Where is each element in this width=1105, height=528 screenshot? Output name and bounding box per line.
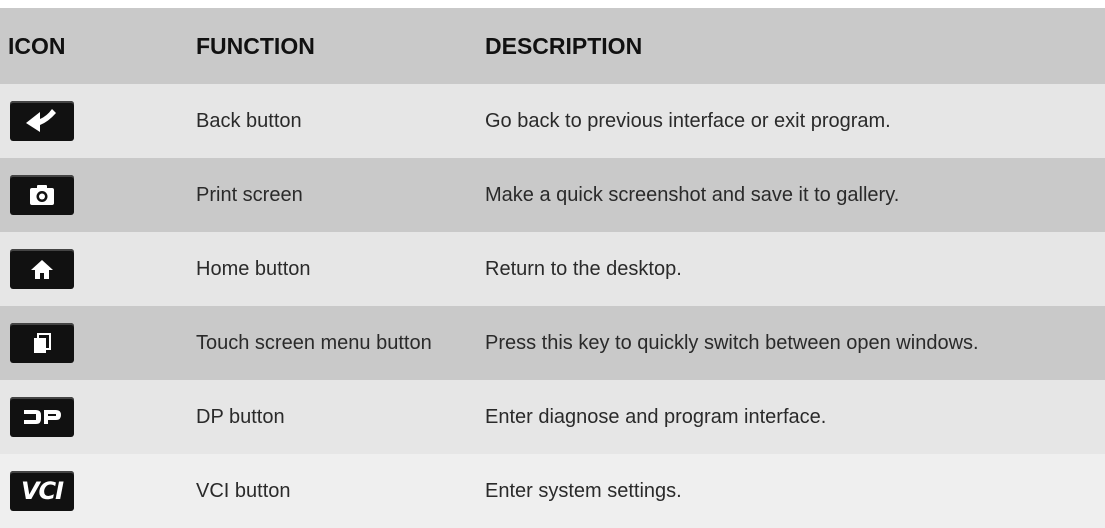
icon-function-table: ICON FUNCTION DESCRIPTION Back button Go… bbox=[0, 8, 1105, 528]
description-cell: Press this key to quickly switch between… bbox=[485, 331, 979, 354]
camera-icon bbox=[10, 175, 74, 215]
vci-logo-text: VCI bbox=[20, 477, 64, 505]
description-cell: Go back to previous interface or exit pr… bbox=[485, 109, 891, 132]
description-cell: Enter system settings. bbox=[485, 479, 682, 502]
table-header: ICON FUNCTION DESCRIPTION bbox=[0, 8, 1105, 84]
table-row: DP button Enter diagnose and program int… bbox=[0, 380, 1105, 454]
description-cell: Make a quick screenshot and save it to g… bbox=[485, 183, 900, 206]
table-row: VCI VCI button Enter system settings. bbox=[0, 454, 1105, 528]
table-row: Back button Go back to previous interfac… bbox=[0, 84, 1105, 158]
header-description: DESCRIPTION bbox=[485, 32, 643, 59]
function-cell: Print screen bbox=[196, 183, 303, 206]
header-icon: ICON bbox=[8, 32, 66, 59]
window-stack-icon bbox=[10, 323, 74, 363]
back-arrow-icon bbox=[10, 101, 74, 141]
function-cell: DP button bbox=[196, 405, 285, 428]
function-cell: Touch screen menu button bbox=[196, 331, 432, 354]
table-row: Touch screen menu button Press this key … bbox=[0, 306, 1105, 380]
dp-logo-icon bbox=[10, 397, 74, 437]
table-row: Print screen Make a quick screenshot and… bbox=[0, 158, 1105, 232]
function-cell: Back button bbox=[196, 109, 302, 132]
description-cell: Enter diagnose and program interface. bbox=[485, 405, 827, 428]
vci-logo-icon: VCI bbox=[10, 471, 74, 511]
table-row: Home button Return to the desktop. bbox=[0, 232, 1105, 306]
home-icon bbox=[10, 249, 74, 289]
function-cell: Home button bbox=[196, 257, 311, 280]
header-function: FUNCTION bbox=[196, 32, 315, 59]
description-cell: Return to the desktop. bbox=[485, 257, 682, 280]
function-cell: VCI button bbox=[196, 479, 291, 502]
